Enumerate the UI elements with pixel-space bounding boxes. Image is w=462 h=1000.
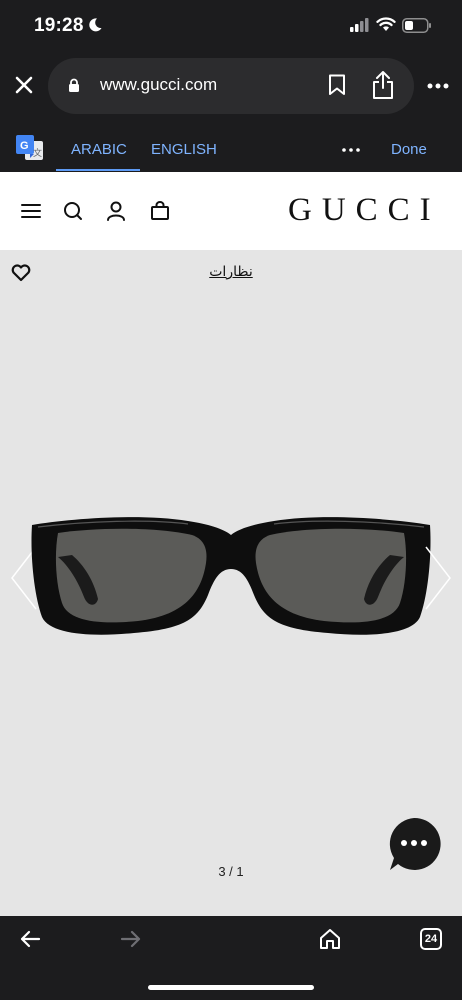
shopping-bag-icon[interactable] <box>150 201 170 221</box>
address-bar[interactable]: www.gucci.com <box>48 58 414 114</box>
language-source-tab[interactable]: ARABIC <box>71 141 127 158</box>
google-translate-icon: G 文 <box>16 135 43 160</box>
back-arrow-icon[interactable] <box>18 929 42 949</box>
translate-bar: G 文 ARABIC ENGLISH Done <box>0 120 462 172</box>
wifi-icon <box>376 17 396 31</box>
forward-arrow-icon[interactable] <box>119 929 143 949</box>
active-language-indicator <box>56 169 140 171</box>
svg-text:G: G <box>20 140 29 152</box>
status-bar: 19:28 <box>0 0 462 52</box>
brand-logo[interactable]: GUCCI <box>288 192 441 229</box>
site-header: GUCCI <box>0 172 462 250</box>
product-image-sunglasses <box>31 517 431 635</box>
category-link[interactable]: نظارات <box>0 263 462 280</box>
search-icon[interactable] <box>63 201 83 221</box>
menu-icon[interactable] <box>21 203 41 219</box>
moon-icon <box>89 18 102 32</box>
status-time: 19:28 <box>34 15 84 36</box>
home-icon[interactable] <box>318 927 342 951</box>
lock-icon <box>69 78 79 92</box>
browser-address-row: www.gucci.com <box>0 52 462 120</box>
tabs-button[interactable]: 24 <box>420 928 442 950</box>
battery-icon <box>402 18 431 33</box>
done-button[interactable]: Done <box>391 141 427 158</box>
language-target-tab[interactable]: ENGLISH <box>151 141 217 158</box>
browser-toolbar: 24 <box>0 916 462 1000</box>
product-gallery: نظارات 3 / 1 <box>0 250 462 916</box>
chat-icon[interactable] <box>386 816 442 872</box>
close-icon[interactable] <box>12 73 36 97</box>
url-text[interactable]: www.gucci.com <box>100 75 217 95</box>
home-indicator <box>148 985 314 990</box>
account-icon[interactable] <box>106 201 126 221</box>
signal-icon <box>350 18 369 32</box>
more-icon[interactable] <box>427 83 449 89</box>
bookmark-icon[interactable] <box>328 74 346 96</box>
share-icon[interactable] <box>371 70 395 100</box>
chevron-right-icon[interactable] <box>424 545 452 611</box>
translate-more-icon[interactable] <box>342 148 360 152</box>
svg-text:文: 文 <box>33 147 42 159</box>
